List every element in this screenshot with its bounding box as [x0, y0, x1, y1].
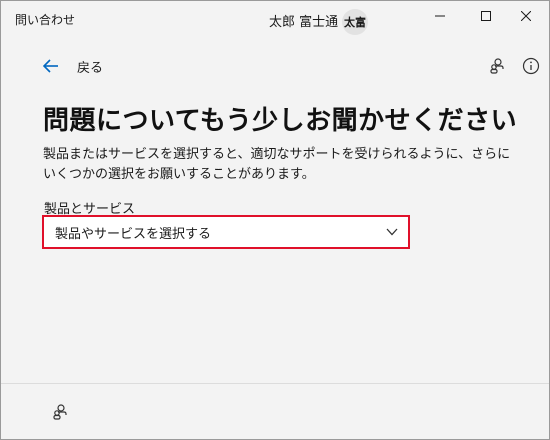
- share-icon: [490, 58, 504, 74]
- info-button[interactable]: [522, 57, 542, 77]
- app-title: 問い合わせ: [15, 13, 76, 27]
- footer-share-button[interactable]: [51, 403, 71, 423]
- info-icon: [522, 57, 540, 75]
- nav-row: 戻る: [1, 51, 549, 81]
- minimize-button[interactable]: [417, 1, 463, 31]
- back-button[interactable]: 戻る: [43, 53, 103, 79]
- close-button[interactable]: [503, 1, 549, 31]
- page-title: 問題についてもう少しお聞かせください: [43, 106, 518, 136]
- product-service-select[interactable]: 製品やサービスを選択する: [42, 215, 410, 249]
- minimize-icon: [435, 15, 445, 17]
- close-icon: [521, 11, 531, 21]
- page-description: 製品またはサービスを選択すると、適切なサポートを受けられるように、さらにいくつか…: [43, 147, 511, 182]
- maximize-icon: [481, 11, 491, 21]
- title-bar: 問い合わせ 太郎 富士通 太富: [1, 1, 549, 37]
- share-icon: [53, 404, 67, 420]
- footer-divider: [1, 383, 549, 384]
- back-arrow-icon: [43, 59, 58, 73]
- share-button[interactable]: [488, 57, 508, 77]
- chevron-down-icon: [386, 228, 398, 236]
- avatar[interactable]: 太富: [342, 9, 368, 35]
- app-window: 問い合わせ 太郎 富士通 太富 戻る 問題についてもう少しお聞かせください 製品…: [0, 0, 550, 440]
- back-label: 戻る: [77, 60, 104, 76]
- user-name: 太郎 富士通: [269, 15, 339, 30]
- select-value: 製品やサービスを選択する: [55, 226, 212, 242]
